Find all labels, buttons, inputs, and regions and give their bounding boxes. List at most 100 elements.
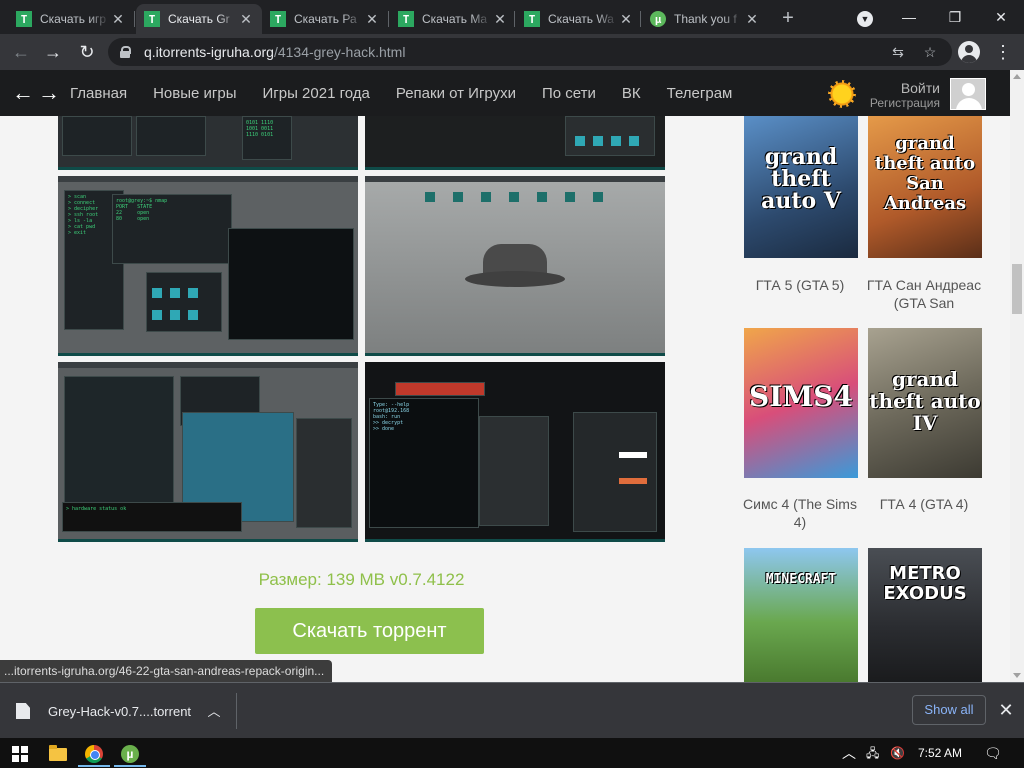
file-icon: [16, 703, 30, 719]
utorrent-icon: µ: [121, 745, 139, 763]
site-forward-arrow-icon[interactable]: →: [38, 80, 60, 106]
close-tab-icon[interactable]: ✕: [238, 11, 254, 28]
windows-logo-icon: [12, 746, 28, 762]
game-screenshot-6[interactable]: Type: --help root@192.168 bash: run >> d…: [365, 362, 665, 542]
user-avatar-icon[interactable]: [950, 78, 986, 110]
tab-label: Скачать игр: [40, 12, 107, 26]
close-tab-icon[interactable]: ✕: [492, 11, 508, 28]
login-block[interactable]: Войти Регистрация: [868, 80, 940, 110]
game-screenshot-4[interactable]: [365, 176, 665, 356]
nav-link-new-games[interactable]: Новые игры: [153, 85, 236, 102]
nav-link-telegram[interactable]: Телеграм: [667, 85, 733, 102]
page-scrollbar[interactable]: [1010, 70, 1024, 682]
bookmark-star-icon[interactable]: ☆: [920, 42, 940, 62]
nav-link-repacks[interactable]: Репаки от Игрухи: [396, 85, 516, 102]
tab-3[interactable]: T Скачать Ра ✕: [262, 4, 388, 34]
close-tab-icon[interactable]: ✕: [618, 11, 634, 28]
tab-search-button[interactable]: ▼: [854, 6, 876, 28]
tab-label: Скачать Gr: [168, 12, 230, 26]
torrent-site-favicon-icon: T: [398, 11, 414, 27]
downloads-separator: [236, 693, 237, 729]
game-cover-metro-exodus[interactable]: METRO EXODUS: [868, 548, 982, 682]
torrent-site-favicon-icon: T: [16, 11, 32, 27]
new-tab-button[interactable]: +: [776, 6, 800, 30]
url-path: /4134-grey-hack.html: [273, 44, 406, 60]
game-cover-gta5[interactable]: grand theft auto V: [744, 116, 858, 258]
game-title-gta-san-andreas[interactable]: ГТА Сан Андреас (GTA San: [862, 276, 986, 312]
address-bar[interactable]: q.itorrents-igruha.org/4134-grey-hack.ht…: [108, 38, 952, 66]
tab-separator: [388, 11, 389, 27]
chevron-down-icon: ▼: [857, 11, 873, 27]
theme-toggle-sun-icon[interactable]: [828, 80, 856, 108]
game-title-gta5[interactable]: ГТА 5 (GTA 5): [738, 276, 862, 294]
notification-center-icon[interactable]: 🗨: [984, 738, 1002, 768]
url-host: q.itorrents-igruha.org: [144, 44, 274, 60]
site-back-arrow-icon[interactable]: ←: [12, 80, 34, 106]
scrollbar-thumb[interactable]: [1012, 264, 1022, 314]
register-link[interactable]: Регистрация: [868, 96, 940, 110]
profile-avatar-icon[interactable]: [958, 41, 980, 63]
browser-toolbar: ← → ↻ q.itorrents-igruha.org/4134-grey-h…: [0, 34, 1024, 70]
volume-muted-icon[interactable]: 🔇: [890, 738, 905, 768]
lock-icon[interactable]: [120, 46, 131, 58]
utorrent-taskbar-button[interactable]: µ: [112, 741, 148, 767]
close-tab-icon[interactable]: ✕: [110, 11, 126, 28]
download-item[interactable]: Grey-Hack-v0.7....torrent: [16, 697, 191, 725]
game-title-gta4[interactable]: ГТА 4 (GTA 4): [862, 495, 986, 513]
close-window-button[interactable]: ✕: [990, 6, 1012, 28]
nav-link-online[interactable]: По сети: [542, 85, 596, 102]
file-explorer-taskbar-button[interactable]: [40, 741, 76, 767]
chrome-menu-icon[interactable]: ⋮: [994, 39, 1012, 65]
folder-icon: [49, 744, 67, 761]
torrent-site-favicon-icon: T: [270, 11, 286, 27]
show-all-downloads-button[interactable]: Show all: [912, 695, 986, 725]
minimize-button[interactable]: —: [898, 6, 920, 28]
tab-6[interactable]: µ Thank you f ✕: [642, 4, 768, 34]
network-icon[interactable]: 🖧: [866, 738, 879, 768]
game-screenshot-5[interactable]: > hardware status ok: [58, 362, 358, 542]
tab-5[interactable]: T Скачать Wa ✕: [516, 4, 642, 34]
nav-link-home[interactable]: Главная: [70, 85, 127, 102]
chevron-up-icon[interactable]: ︿: [206, 701, 222, 721]
browser-window: T Скачать игр ✕ T Скачать Gr ✕ T Скачать…: [0, 0, 1024, 768]
translate-icon[interactable]: ⇆: [888, 42, 908, 62]
login-link[interactable]: Войти: [868, 80, 940, 96]
download-torrent-button[interactable]: Скачать торрент: [255, 608, 484, 654]
reload-button[interactable]: ↻: [74, 39, 100, 65]
scroll-up-arrow-icon[interactable]: [1013, 74, 1021, 79]
restore-button[interactable]: ❐: [944, 6, 966, 28]
windows-taskbar: µ ︿ 🖧 🔇 7:52 AM 🗨: [0, 738, 1024, 768]
game-cover-sims4[interactable]: SIMS4: [744, 328, 858, 478]
windows-start-button[interactable]: [2, 741, 38, 767]
game-cover-gta-san-andreas[interactable]: grand theft auto San Andreas: [868, 116, 982, 258]
game-title-sims4[interactable]: Симс 4 (The Sims 4): [738, 495, 862, 531]
file-size-label: Размер: 139 MB v0.7.4122: [258, 570, 465, 589]
tab-strip: T Скачать игр ✕ T Скачать Gr ✕ T Скачать…: [0, 0, 1024, 34]
close-downloads-bar-icon[interactable]: ✕: [996, 697, 1016, 723]
tab-label: Скачать Ma: [422, 12, 488, 26]
clock-time[interactable]: 7:52 AM: [918, 738, 962, 768]
tab-label: Скачать Ра: [294, 12, 357, 26]
close-tab-icon[interactable]: ✕: [364, 11, 380, 28]
close-tab-icon[interactable]: ✕: [744, 11, 760, 28]
scroll-down-arrow-icon[interactable]: [1013, 673, 1021, 678]
download-file-name: Grey-Hack-v0.7....torrent: [48, 703, 192, 719]
show-hidden-icons-chevron-icon[interactable]: ︿: [842, 738, 856, 768]
nav-link-vk[interactable]: ВК: [622, 85, 641, 102]
game-screenshot-2[interactable]: [365, 116, 665, 170]
downloads-bar: Grey-Hack-v0.7....torrent ︿ Show all ✕: [0, 682, 1024, 738]
tab-4[interactable]: T Скачать Ma ✕: [390, 4, 516, 34]
game-cover-gta4[interactable]: grand theft auto IV: [868, 328, 982, 478]
back-button[interactable]: ←: [8, 39, 34, 65]
game-screenshot-3[interactable]: > scan > connect > decipher > ssh root >…: [58, 176, 358, 356]
chrome-taskbar-button[interactable]: [76, 741, 112, 767]
forward-button[interactable]: →: [40, 39, 66, 65]
game-cover-minecraft[interactable]: MINECRAFT: [744, 548, 858, 682]
tab-label: Thank you f: [674, 12, 737, 26]
game-screenshot-1[interactable]: 0101 1110 1001 0011 1110 0101: [58, 116, 358, 170]
tab-2-active[interactable]: T Скачать Gr ✕: [136, 4, 262, 34]
nav-link-games-2021[interactable]: Игры 2021 года: [263, 85, 370, 102]
torrent-site-favicon-icon: T: [144, 11, 160, 27]
torrent-site-favicon-icon: T: [524, 11, 540, 27]
tab-1[interactable]: T Скачать игр ✕: [8, 4, 134, 34]
